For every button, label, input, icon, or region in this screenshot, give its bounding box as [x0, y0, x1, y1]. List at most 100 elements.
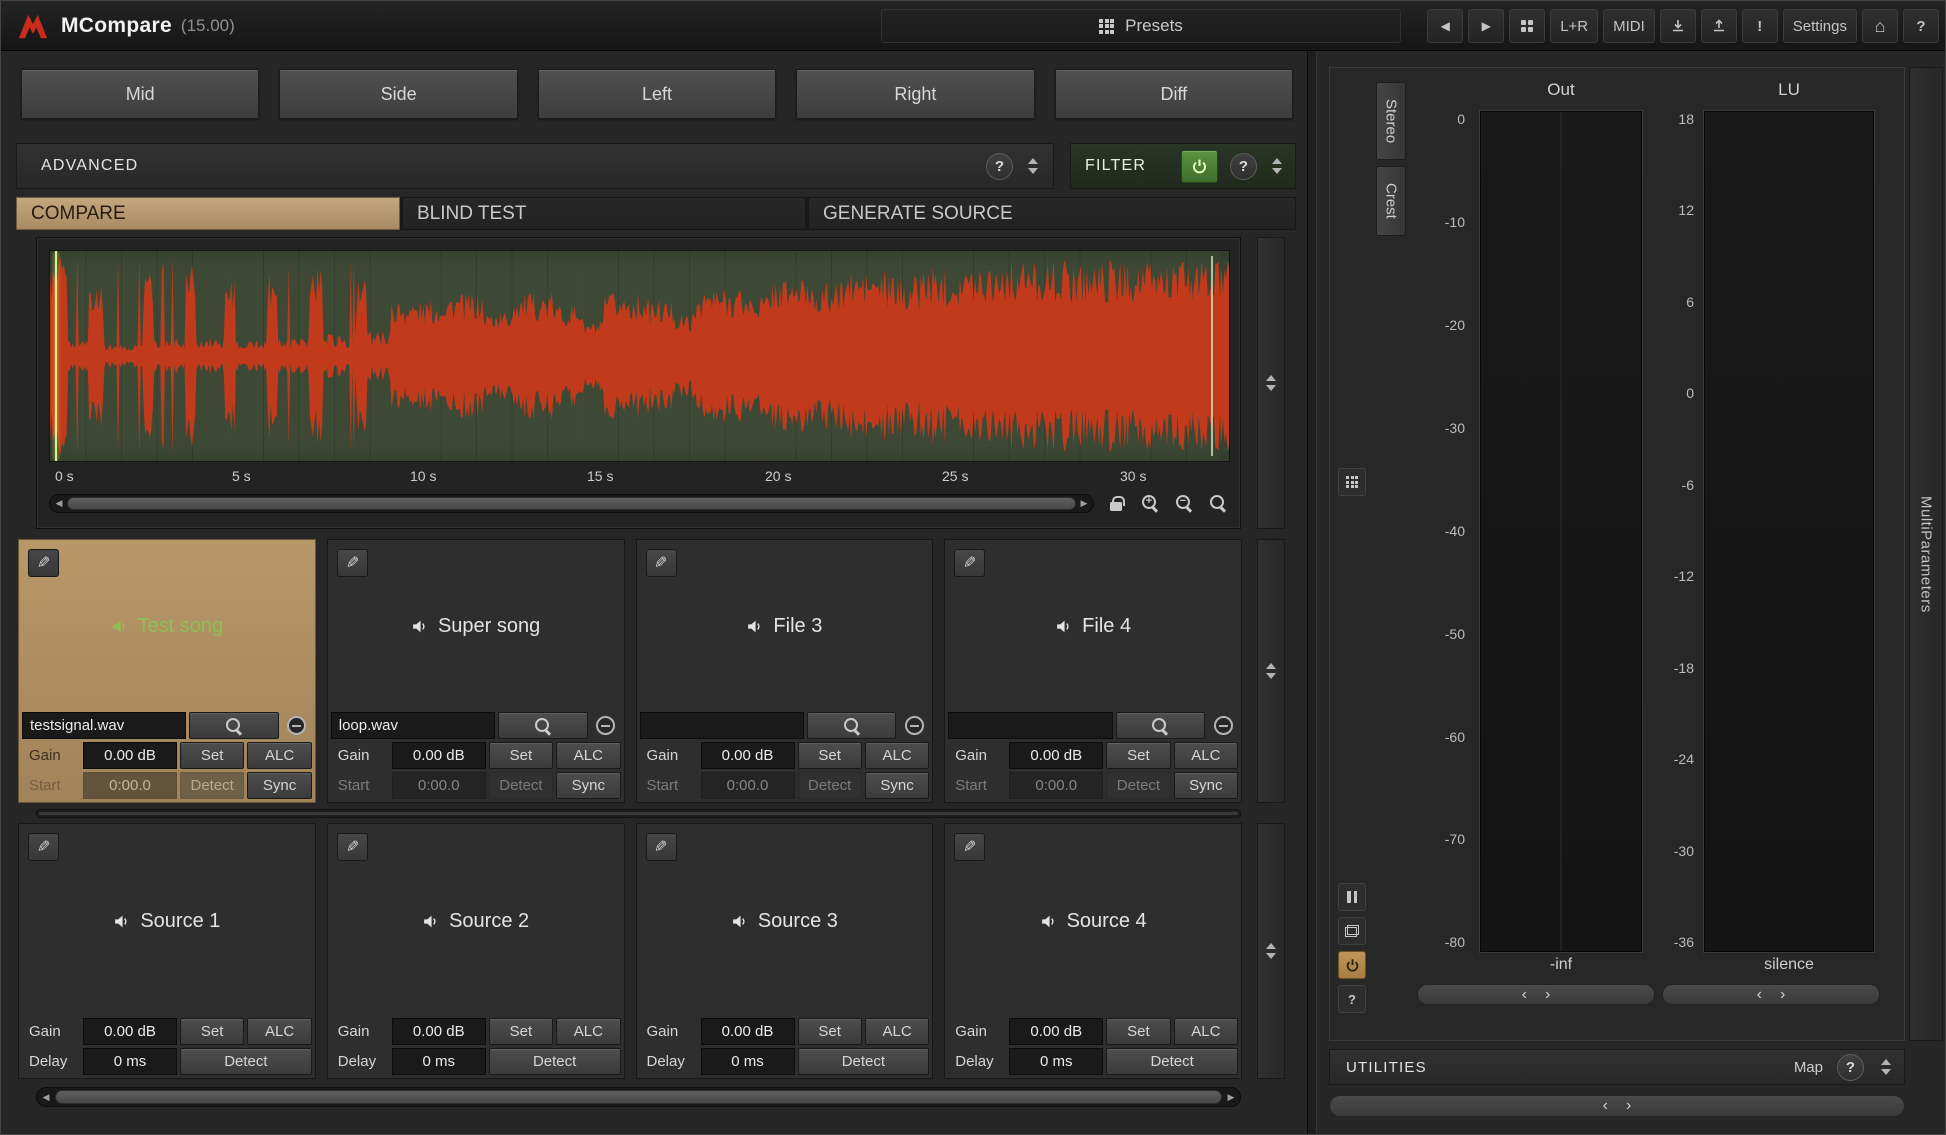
track-panel-4[interactable]: ✎ File 4 Gain 0.00 dB Set ALC Star [944, 539, 1242, 803]
file-name-input[interactable]: testsignal.wav [22, 712, 186, 739]
waveform-settings-strip[interactable] [1257, 237, 1285, 529]
help-button[interactable]: ? [1903, 9, 1939, 43]
track-panel-2[interactable]: ✎ Super song loop.wav Gain 0.00 dB Set A… [327, 539, 625, 803]
start-detect-button[interactable]: Detect [180, 772, 244, 799]
utilities-help-button[interactable]: ? [1837, 1054, 1864, 1081]
remove-file-button[interactable] [591, 712, 621, 739]
filter-help-button[interactable]: ? [1230, 153, 1257, 180]
gain-value[interactable]: 0.00 dB [701, 1018, 795, 1045]
advanced-expand-spinner[interactable] [1025, 158, 1041, 174]
zoom-out-button[interactable]: − [1172, 491, 1196, 515]
alc-button[interactable]: ALC [1174, 1018, 1238, 1045]
delay-value[interactable]: 0 ms [392, 1048, 486, 1075]
file-name-input[interactable] [948, 712, 1112, 739]
export-button[interactable] [1701, 9, 1737, 43]
zoom-in-button[interactable]: + [1138, 491, 1162, 515]
gain-set-button[interactable]: Set [489, 1018, 553, 1045]
filter-section[interactable]: FILTER ? [1070, 143, 1296, 189]
browse-file-button[interactable] [807, 712, 896, 739]
channel-mid-button[interactable]: Mid [21, 69, 259, 119]
utilities-slider[interactable]: ‹ › [1329, 1095, 1905, 1117]
lu-meter-value[interactable]: silence [1704, 956, 1874, 974]
start-value[interactable]: 0:00.0 [392, 772, 486, 799]
waveform-scrollbar-handle[interactable] [67, 497, 1076, 510]
delay-value[interactable]: 0 ms [701, 1048, 795, 1075]
sync-button[interactable]: Sync [247, 772, 311, 799]
delay-value[interactable]: 0 ms [1009, 1048, 1103, 1075]
meter-layers-button[interactable] [1338, 917, 1366, 945]
channel-side-button[interactable]: Side [279, 69, 517, 119]
alc-button[interactable]: ALC [556, 742, 620, 769]
meter-grid-button[interactable] [1338, 468, 1366, 496]
channel-left-button[interactable]: Left [538, 69, 776, 119]
lu-range-slider[interactable]: ‹ › [1662, 984, 1880, 1005]
home-button[interactable]: ⌂ [1862, 9, 1898, 43]
edit-track-button[interactable]: ✎ [954, 549, 985, 577]
alc-button[interactable]: ALC [1174, 742, 1238, 769]
file-name-input[interactable]: loop.wav [331, 712, 495, 739]
gain-set-button[interactable]: Set [798, 742, 862, 769]
utilities-expand-spinner[interactable] [1878, 1059, 1894, 1075]
alert-button[interactable]: ! [1742, 9, 1778, 43]
strip-spinner[interactable] [1263, 663, 1279, 679]
gain-value[interactable]: 0.00 dB [392, 742, 486, 769]
delay-value[interactable]: 0 ms [83, 1048, 177, 1075]
map-button[interactable]: Map [1794, 1059, 1823, 1076]
channel-diff-button[interactable]: Diff [1055, 69, 1293, 119]
meter-tab-stereo[interactable]: Stereo [1376, 82, 1406, 160]
lock-zoom-button[interactable] [1104, 491, 1128, 515]
start-value[interactable]: 0:00.0 [701, 772, 795, 799]
edit-track-button[interactable]: ✎ [28, 549, 59, 577]
source-panel-1[interactable]: ✎ Source 1 Gain 0.00 dB Set ALC Delay 0 … [18, 823, 316, 1079]
gain-value[interactable]: 0.00 dB [392, 1018, 486, 1045]
scroll-right-icon[interactable]: ▶ [1223, 1088, 1239, 1106]
sync-button[interactable]: Sync [1174, 772, 1238, 799]
tab-blind-test[interactable]: BLIND TEST [402, 197, 806, 230]
panels-scrollbar-handle[interactable] [55, 1090, 1222, 1104]
start-value[interactable]: 0:00.0 [83, 772, 177, 799]
track-panel-3[interactable]: ✎ File 3 Gain 0.00 dB Set ALC Star [636, 539, 934, 803]
tab-compare[interactable]: COMPARE [16, 197, 400, 230]
import-button[interactable] [1660, 9, 1696, 43]
tab-generate-source[interactable]: GENERATE SOURCE [808, 197, 1296, 230]
filter-power-button[interactable] [1181, 150, 1218, 183]
meter-power-button[interactable] [1338, 951, 1366, 979]
gain-value[interactable]: 0.00 dB [83, 742, 177, 769]
sync-button[interactable]: Sync [865, 772, 929, 799]
strip-spinner[interactable] [1263, 375, 1279, 391]
remove-file-button[interactable] [1208, 712, 1238, 739]
alc-button[interactable]: ALC [247, 742, 311, 769]
scroll-left-icon[interactable]: ◀ [38, 1088, 54, 1106]
alc-button[interactable]: ALC [247, 1018, 311, 1045]
advanced-section[interactable]: ADVANCED ? [16, 143, 1054, 189]
browse-file-button[interactable] [498, 712, 587, 739]
source-panel-3[interactable]: ✎ Source 3 Gain 0.00 dB Set ALC Delay 0 … [636, 823, 934, 1079]
meter-tab-crest[interactable]: Crest [1376, 166, 1406, 236]
tracks-scrollbar-handle[interactable] [39, 812, 1238, 815]
browse-file-button[interactable] [189, 712, 278, 739]
delay-detect-button[interactable]: Detect [180, 1048, 312, 1075]
presets-button[interactable]: Presets [881, 9, 1401, 43]
edit-source-button[interactable]: ✎ [28, 833, 59, 861]
alc-button[interactable]: ALC [865, 742, 929, 769]
start-detect-button[interactable]: Detect [489, 772, 553, 799]
delay-detect-button[interactable]: Detect [798, 1048, 930, 1075]
multiparameters-strip[interactable]: MultiParameters [1909, 67, 1943, 1041]
gain-set-button[interactable]: Set [1106, 742, 1170, 769]
meter-pause-button[interactable] [1338, 883, 1366, 911]
tracks-scrollbar[interactable] [36, 809, 1241, 818]
utilities-bar[interactable]: UTILITIES Map ? [1329, 1049, 1905, 1085]
strip-spinner[interactable] [1263, 943, 1279, 959]
lu-meter-bar[interactable] [1704, 111, 1874, 952]
file-name-input[interactable] [640, 712, 804, 739]
meter-help-button[interactable]: ? [1338, 985, 1366, 1013]
alc-button[interactable]: ALC [865, 1018, 929, 1045]
out-meter-bar[interactable] [1480, 111, 1642, 952]
delay-detect-button[interactable]: Detect [1106, 1048, 1238, 1075]
advanced-help-button[interactable]: ? [986, 153, 1013, 180]
delay-detect-button[interactable]: Detect [489, 1048, 621, 1075]
channel-mode-button[interactable]: L+R [1550, 9, 1598, 43]
midi-button[interactable]: MIDI [1603, 9, 1655, 43]
sources-settings-strip[interactable] [1257, 823, 1285, 1079]
out-meter-value[interactable]: -inf [1480, 956, 1642, 974]
